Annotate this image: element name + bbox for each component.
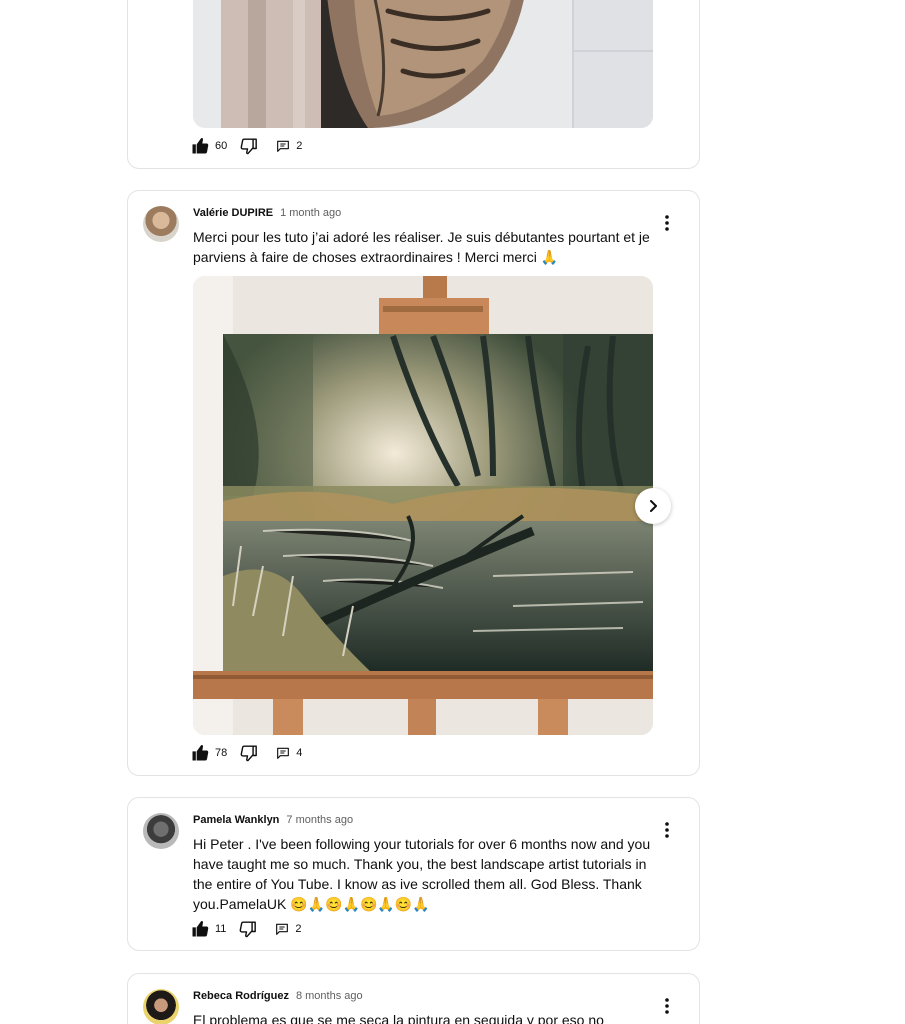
more-vert-icon [665, 822, 669, 838]
thumbs-down-icon [238, 919, 258, 939]
like-button[interactable]: 11 [190, 919, 226, 939]
comment-header: Pamela Wanklyn 7 months ago [193, 814, 353, 826]
like-count: 78 [215, 747, 228, 759]
comment-icon [275, 745, 291, 761]
dislike-button[interactable] [238, 919, 258, 939]
comment-image[interactable] [193, 0, 653, 128]
comment-header: Valérie DUPIRE 1 month ago [193, 207, 341, 219]
more-options-button[interactable] [659, 996, 675, 1016]
timestamp[interactable]: 7 months ago [286, 814, 353, 826]
reply-button[interactable]: 2 [275, 138, 302, 154]
thumbs-up-icon [190, 136, 210, 156]
avatar[interactable] [143, 206, 179, 242]
comment-text: Merci pour les tuto j’ai adoré les réali… [193, 229, 650, 265]
timestamp[interactable]: 1 month ago [280, 207, 341, 219]
comment-icon [275, 138, 291, 154]
avatar[interactable] [143, 989, 179, 1024]
next-image-button[interactable] [635, 488, 671, 524]
thumbs-up-icon [190, 743, 210, 763]
comment-text: El problema es que se me seca la pintura… [193, 1012, 604, 1024]
more-options-button[interactable] [659, 213, 675, 233]
like-button[interactable]: 78 [190, 743, 227, 763]
reply-count: 4 [296, 747, 303, 759]
chevron-right-icon [650, 500, 657, 512]
landscape-painting-image [193, 276, 653, 735]
action-bar: 78 4 [190, 741, 302, 765]
comment-card: 60 2 [127, 0, 700, 169]
reply-count: 2 [295, 923, 302, 935]
thumbs-down-icon [239, 743, 259, 763]
dislike-button[interactable] [239, 136, 259, 156]
author-name[interactable]: Pamela Wanklyn [193, 814, 279, 826]
like-count: 60 [215, 140, 228, 152]
author-name[interactable]: Rebeca Rodríguez [193, 990, 289, 1002]
reply-count: 2 [296, 140, 303, 152]
action-bar: 11 2 [190, 917, 302, 941]
timestamp[interactable]: 8 months ago [296, 990, 363, 1002]
comment-card: Pamela Wanklyn 7 months ago Hi Peter . I… [127, 797, 700, 951]
like-button[interactable]: 60 [190, 136, 227, 156]
more-vert-icon [665, 998, 669, 1014]
more-options-button[interactable] [659, 820, 675, 840]
comment-image[interactable] [193, 276, 653, 735]
more-vert-icon [665, 215, 669, 231]
author-name[interactable]: Valérie DUPIRE [193, 207, 273, 219]
comment-card: Valérie DUPIRE 1 month ago Merci pour le… [127, 190, 700, 776]
comment-card: Rebeca Rodríguez 8 months ago El problem… [127, 973, 700, 1024]
avatar[interactable] [143, 813, 179, 849]
reply-button[interactable]: 2 [274, 921, 302, 937]
owl-painting-image [193, 0, 653, 128]
thumbs-up-icon [190, 919, 210, 939]
reply-button[interactable]: 4 [275, 745, 302, 761]
action-bar: 60 2 [190, 134, 302, 158]
thumbs-down-icon [239, 136, 259, 156]
comment-header: Rebeca Rodríguez 8 months ago [193, 990, 363, 1002]
comment-icon [274, 921, 290, 937]
like-count: 11 [215, 923, 227, 935]
dislike-button[interactable] [239, 743, 259, 763]
comment-text: Hi Peter . I've been following your tuto… [193, 836, 651, 912]
